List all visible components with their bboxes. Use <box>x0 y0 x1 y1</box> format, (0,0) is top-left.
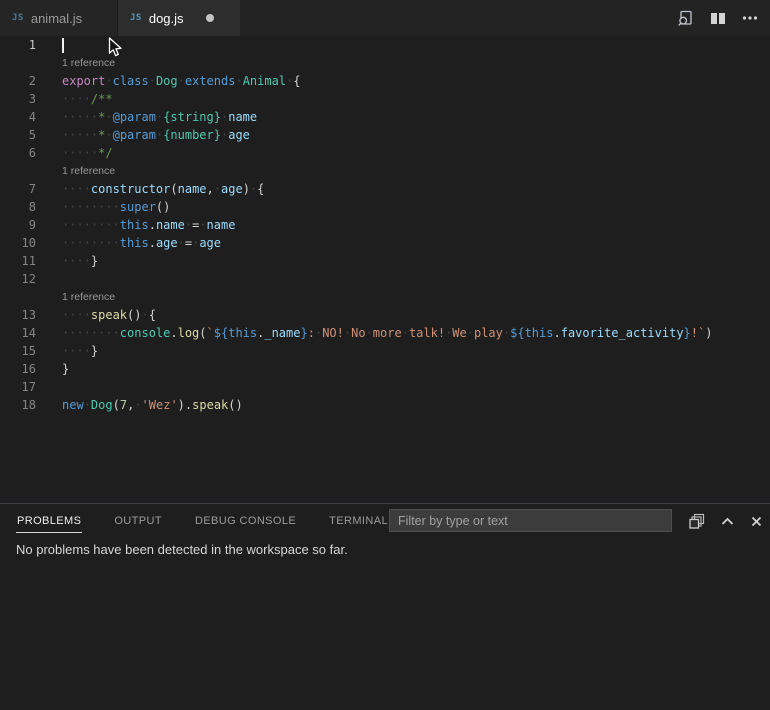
panel-tab-output[interactable]: OUTPUT <box>113 509 163 532</box>
code-line[interactable]: 4 ·····*·@param·{string}·name <box>0 108 770 126</box>
line-number[interactable]: 17 <box>0 378 36 396</box>
line-number[interactable]: 5 <box>0 126 36 144</box>
code-line[interactable]: 5 ·····*·@param·{number}·age <box>0 126 770 144</box>
code-text: ········console.log(`${this._name}:·NO!·… <box>62 324 712 342</box>
panel-tab-problems[interactable]: PROBLEMS <box>16 509 82 533</box>
code-line[interactable]: 7 ····constructor(name,·age)·{ <box>0 180 770 198</box>
js-file-icon: JS <box>12 13 24 23</box>
codelens-reference[interactable]: 1 reference <box>0 288 770 306</box>
code-text: ····} <box>62 342 98 360</box>
code-text: ·····*·@param·{number}·age <box>62 126 250 144</box>
tab-animal-js[interactable]: JS animal.js <box>0 0 118 36</box>
line-number[interactable]: 2 <box>0 72 36 90</box>
line-number[interactable]: 14 <box>0 324 36 342</box>
vscode-window: JS animal.js JS dog.js <box>0 0 770 710</box>
problems-message: No problems have been detected in the wo… <box>16 542 770 557</box>
more-actions-icon[interactable] <box>742 10 758 26</box>
code-text: ····/** <box>62 90 113 108</box>
code-line[interactable]: 2 export·class·Dog·extends·Animal·{ <box>0 72 770 90</box>
text-cursor <box>62 38 64 53</box>
problems-filter-input[interactable] <box>389 509 672 532</box>
panel-actions <box>689 513 763 529</box>
modified-dot-icon[interactable] <box>206 14 214 22</box>
code-line[interactable]: 13 ····speak()·{ <box>0 306 770 324</box>
codelens-reference[interactable]: 1 reference <box>0 54 770 72</box>
code-text: ·····*/ <box>62 144 113 162</box>
code-line[interactable]: 3 ····/** <box>0 90 770 108</box>
code-line[interactable]: 8 ········super() <box>0 198 770 216</box>
code-text: ·····*·@param·{string}·name <box>62 108 257 126</box>
panel-tab-debug-console[interactable]: DEBUG CONSOLE <box>194 509 297 532</box>
panel-header: PROBLEMS OUTPUT DEBUG CONSOLE TERMINAL <box>0 504 770 537</box>
line-number[interactable]: 7 <box>0 180 36 198</box>
js-file-icon: JS <box>130 13 142 23</box>
code-text: ········this.name·=·name <box>62 216 235 234</box>
line-number[interactable]: 16 <box>0 360 36 378</box>
code-text: new·Dog(7,·'Wez').speak() <box>62 396 243 414</box>
line-number[interactable]: 9 <box>0 216 36 234</box>
tab-bar-spacer <box>240 0 677 36</box>
editor-actions <box>677 0 770 36</box>
code-text: ····} <box>62 252 98 270</box>
tab-label: dog.js <box>149 11 184 26</box>
close-panel-icon[interactable] <box>750 515 763 528</box>
code-editor[interactable]: 11 reference2export·class·Dog·extends·An… <box>0 36 770 503</box>
editor-tab-bar: JS animal.js JS dog.js <box>0 0 770 36</box>
code-text: ········this.age·=·age <box>62 234 221 252</box>
tab-dog-js[interactable]: JS dog.js <box>118 0 240 36</box>
code-line[interactable]: 6 ·····*/ <box>0 144 770 162</box>
line-number[interactable]: 11 <box>0 252 36 270</box>
line-number[interactable]: 10 <box>0 234 36 252</box>
line-number[interactable]: 4 <box>0 108 36 126</box>
codelens-reference[interactable]: 1 reference <box>0 162 770 180</box>
bottom-panel: PROBLEMS OUTPUT DEBUG CONSOLE TERMINAL <box>0 503 770 710</box>
code-text: ····speak()·{ <box>62 306 156 324</box>
line-number[interactable]: 1 <box>0 36 36 54</box>
line-number[interactable]: 15 <box>0 342 36 360</box>
code-line[interactable]: 15 ····} <box>0 342 770 360</box>
code-line[interactable]: 12 <box>0 270 770 288</box>
line-number[interactable]: 8 <box>0 198 36 216</box>
code-line[interactable]: 17 <box>0 378 770 396</box>
code-line[interactable]: 10 ········this.age·=·age <box>0 234 770 252</box>
search-file-icon[interactable] <box>677 10 694 27</box>
code-line[interactable]: 11 ····} <box>0 252 770 270</box>
code-line[interactable]: 9 ········this.name·=·name <box>0 216 770 234</box>
line-number[interactable]: 18 <box>0 396 36 414</box>
collapse-all-icon[interactable] <box>689 513 705 529</box>
code-text: ········super() <box>62 198 170 216</box>
line-number[interactable]: 13 <box>0 306 36 324</box>
tab-label: animal.js <box>31 11 82 26</box>
code-line[interactable]: 16} <box>0 360 770 378</box>
split-editor-icon[interactable] <box>710 11 726 26</box>
maximize-panel-icon[interactable] <box>720 515 735 528</box>
panel-tab-terminal[interactable]: TERMINAL <box>328 509 389 532</box>
line-number[interactable]: 6 <box>0 144 36 162</box>
code-line[interactable]: 14 ········console.log(`${this._name}:·NO… <box>0 324 770 342</box>
line-number[interactable]: 3 <box>0 90 36 108</box>
code-text: ····constructor(name,·age)·{ <box>62 180 264 198</box>
code-text: } <box>62 360 69 378</box>
code-line[interactable]: 18 new·Dog(7,·'Wez').speak() <box>0 396 770 414</box>
line-number[interactable]: 12 <box>0 270 36 288</box>
code-line[interactable]: 1 <box>0 36 770 54</box>
code-text: export·class·Dog·extends·Animal·{ <box>62 72 301 90</box>
